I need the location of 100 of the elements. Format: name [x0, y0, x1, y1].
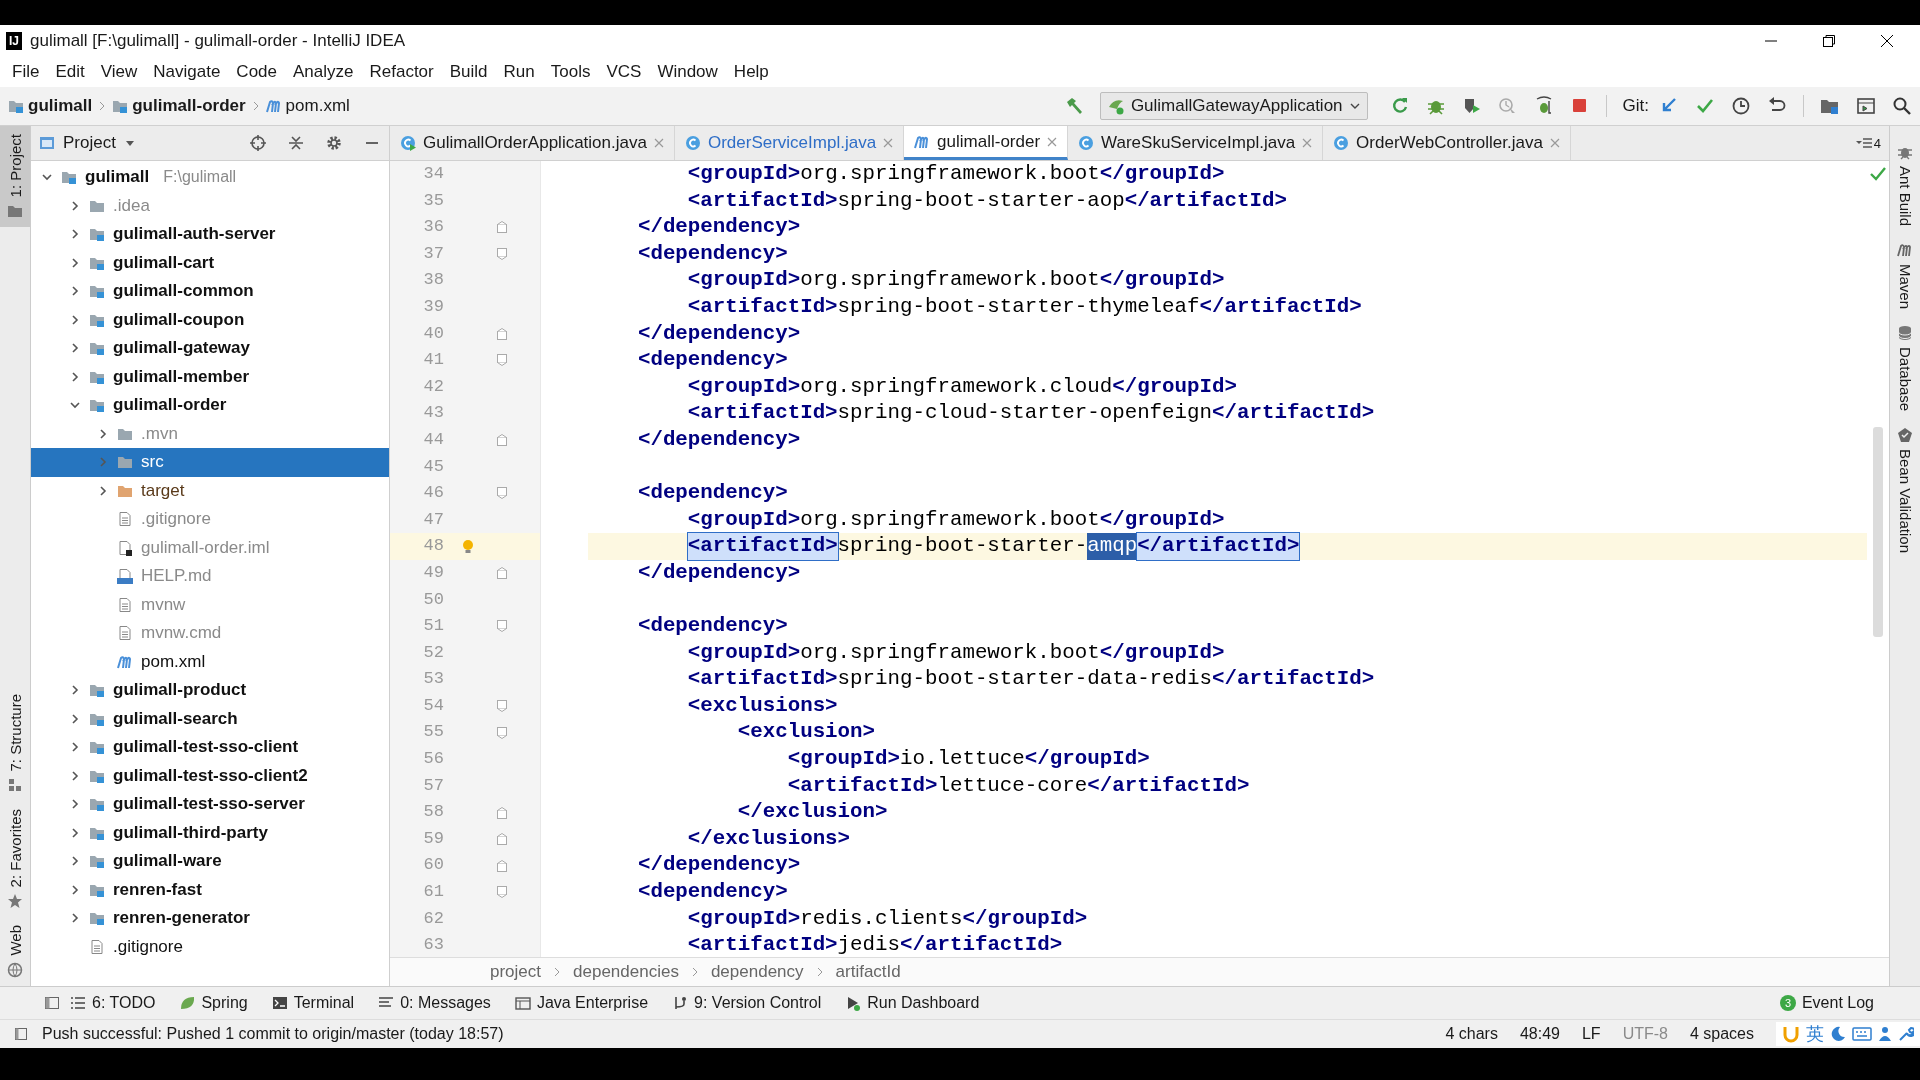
wrench-icon[interactable]: [1898, 1026, 1914, 1042]
scrollbar-thumb[interactable]: [1873, 427, 1883, 637]
tree-item[interactable]: gulimall F:\gulimall: [31, 163, 389, 192]
clock-icon[interactable]: [1731, 96, 1751, 116]
tool-window-button[interactable]: 9: Version Control: [672, 994, 822, 1012]
maximize-icon[interactable]: [1822, 34, 1836, 48]
tree-item[interactable]: gulimall-product: [31, 676, 389, 705]
caret-position[interactable]: 48:49: [1519, 1025, 1560, 1043]
tree-item[interactable]: .gitignore: [31, 932, 389, 961]
fold-marker-icon[interactable]: [496, 433, 508, 448]
search-icon[interactable]: [1892, 96, 1912, 116]
editor-tab[interactable]: GulimallOrderApplication.java: [390, 126, 675, 160]
fold-marker-icon[interactable]: [496, 247, 508, 262]
panel-toggle-icon[interactable]: [44, 995, 60, 1011]
indent-selector[interactable]: 4 spaces: [1689, 1025, 1754, 1043]
run-configuration-dropdown[interactable]: GulimallGatewayApplication: [1099, 92, 1368, 120]
tree-item[interactable]: gulimall-cart: [31, 248, 389, 277]
tool-window-button[interactable]: 3 Event Log: [1779, 994, 1910, 1012]
fold-marker-icon[interactable]: [496, 725, 508, 740]
tree-item[interactable]: renren-fast: [31, 875, 389, 904]
fold-marker-icon[interactable]: [496, 326, 508, 341]
tree-item[interactable]: pom.xml: [31, 647, 389, 676]
tree-item[interactable]: gulimall-order: [31, 391, 389, 420]
settings-icon[interactable]: [325, 134, 343, 152]
window-icon[interactable]: [1856, 96, 1876, 116]
tree-item[interactable]: .mvn: [31, 419, 389, 448]
collapse-all-icon[interactable]: [287, 134, 305, 152]
input-mode-label[interactable]: 英: [1806, 1022, 1824, 1046]
person-icon[interactable]: [1878, 1026, 1892, 1042]
breadcrumb-link[interactable]: artifactId: [835, 962, 901, 982]
tool-window-button[interactable]: 0: Messages: [378, 994, 491, 1012]
breadcrumb-link[interactable]: dependencies: [573, 962, 679, 982]
tool-window-button[interactable]: 1: Project: [0, 126, 30, 228]
fold-marker-icon[interactable]: [496, 566, 508, 581]
close-icon[interactable]: [1880, 34, 1894, 48]
fold-marker-icon[interactable]: [496, 486, 508, 501]
locate-icon[interactable]: [249, 134, 267, 152]
menu-item[interactable]: Window: [649, 60, 726, 84]
tool-window-button[interactable]: Maven: [1896, 238, 1914, 314]
line-separator-selector[interactable]: LF: [1581, 1025, 1601, 1043]
tree-item[interactable]: gulimall-test-sso-client2: [31, 761, 389, 790]
tree-item[interactable]: gulimall-test-sso-server: [31, 790, 389, 819]
panel-toggle-icon[interactable]: [14, 1027, 28, 1041]
tool-window-button[interactable]: Spring: [179, 994, 248, 1012]
menu-item[interactable]: Run: [495, 60, 543, 84]
tool-window-button[interactable]: Bean Validation: [1896, 423, 1914, 558]
tree-item[interactable]: src: [31, 448, 389, 477]
tool-window-button[interactable]: Ant Build: [1896, 140, 1914, 231]
tree-item[interactable]: gulimall-coupon: [31, 305, 389, 334]
tree-item[interactable]: gulimall-third-party: [31, 818, 389, 847]
menu-item[interactable]: Navigate: [145, 60, 229, 84]
tool-window-button[interactable]: 2: Favorites: [0, 801, 30, 918]
profiler-icon[interactable]: [1497, 96, 1518, 116]
fold-marker-icon[interactable]: [496, 832, 508, 847]
tree-item[interactable]: gulimall-test-sso-client: [31, 733, 389, 762]
tab-overflow-button[interactable]: 4: [1855, 126, 1889, 160]
keyboard-icon[interactable]: [1852, 1026, 1872, 1042]
tree-item[interactable]: gulimall-common: [31, 277, 389, 306]
menu-item[interactable]: View: [92, 60, 146, 84]
menu-item[interactable]: Help: [725, 60, 777, 84]
lightbulb-icon[interactable]: [462, 538, 474, 555]
tree-item[interactable]: .idea: [31, 191, 389, 220]
input-method-icon[interactable]: [1782, 1025, 1800, 1043]
tree-item[interactable]: mvnw.cmd: [31, 619, 389, 648]
tree-item[interactable]: renren-generator: [31, 904, 389, 933]
fold-marker-icon[interactable]: [496, 699, 508, 714]
editor-tab[interactable]: OrderWebController.java: [1323, 126, 1571, 160]
fold-marker-icon[interactable]: [496, 220, 508, 235]
menu-item[interactable]: File: [4, 60, 48, 84]
tree-item[interactable]: gulimall-member: [31, 362, 389, 391]
editor-tab[interactable]: WareSkuServiceImpl.java: [1068, 126, 1324, 160]
menu-item[interactable]: Tools: [542, 60, 599, 84]
tree-item[interactable]: gulimall-ware: [31, 847, 389, 876]
menu-item[interactable]: Code: [228, 60, 285, 84]
tree-item[interactable]: .gitignore: [31, 505, 389, 534]
breadcrumb-link[interactable]: pom.xml: [285, 96, 350, 116]
breadcrumb-link[interactable]: gulimall: [28, 96, 93, 116]
menu-item[interactable]: VCS: [598, 60, 650, 84]
fold-marker-icon[interactable]: [496, 805, 508, 820]
moon-icon[interactable]: [1830, 1026, 1846, 1042]
tool-window-button[interactable]: Terminal: [271, 994, 355, 1012]
tree-item[interactable]: gulimall-gateway: [31, 334, 389, 363]
fold-marker-icon[interactable]: [496, 353, 508, 368]
tree-item[interactable]: gulimall-search: [31, 704, 389, 733]
tree-item[interactable]: target: [31, 476, 389, 505]
tree-item[interactable]: mvnw: [31, 590, 389, 619]
editor-tab[interactable]: gulimall-order: [904, 126, 1069, 160]
menu-item[interactable]: Analyze: [285, 60, 362, 84]
fold-marker-icon[interactable]: [496, 619, 508, 634]
breadcrumb-link[interactable]: gulimall-order: [132, 96, 246, 116]
tool-window-button[interactable]: 6: TODO: [70, 994, 156, 1012]
breadcrumb-link[interactable]: project: [490, 962, 542, 982]
tool-window-button[interactable]: Web: [0, 917, 30, 986]
tree-item[interactable]: gulimall-auth-server: [31, 220, 389, 249]
panel-title[interactable]: Project: [63, 133, 116, 153]
breadcrumb-link[interactable]: dependency: [710, 962, 804, 982]
tool-window-button[interactable]: 7: Structure: [0, 685, 30, 802]
fold-marker-icon[interactable]: [496, 858, 508, 873]
tool-window-button[interactable]: Java Enterprise: [514, 994, 649, 1012]
fold-marker-icon[interactable]: [496, 885, 508, 900]
